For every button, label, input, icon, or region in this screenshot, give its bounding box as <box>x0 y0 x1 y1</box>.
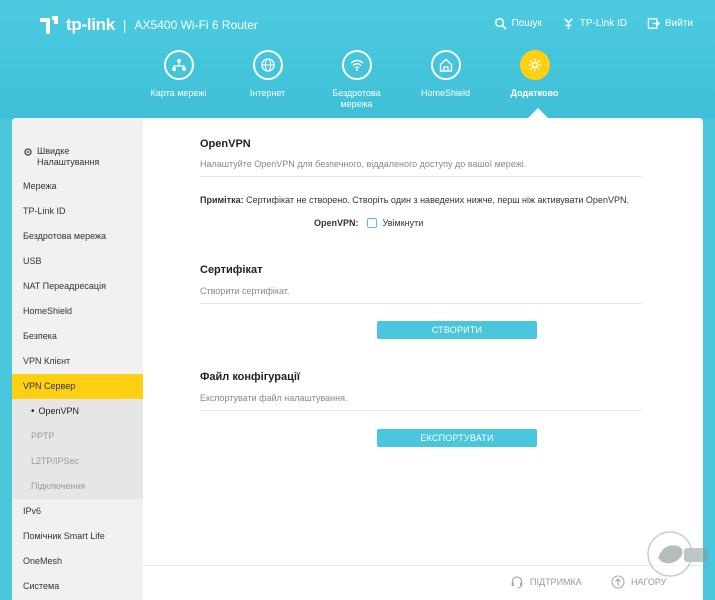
search-label: Пошук <box>511 18 542 29</box>
watermark-logo-icon <box>647 531 708 577</box>
gear-icon <box>519 50 550 80</box>
arrow-up-icon <box>611 575 625 589</box>
sidebar-item-network[interactable]: Мережа <box>12 174 143 199</box>
config-file-description: Експортувати файл налаштування. <box>200 393 642 411</box>
sidebar-item-quick-setup[interactable]: Швидке Налаштування <box>12 118 143 174</box>
logo-text: tp-link <box>66 15 115 34</box>
sidebar: Швидке Налаштування Мережа TP-Link ID Бе… <box>12 118 143 600</box>
sidebar-item-label: Швидке Налаштування <box>37 146 100 167</box>
openvpn-description: Налаштуйте OpenVPN для безпечного, відда… <box>200 159 642 177</box>
support-label: ПІДТРИМКА <box>530 577 582 587</box>
tplink-id-link[interactable]: TP-Link ID <box>562 17 627 30</box>
nav-homeshield-label: HomeShield <box>420 88 471 98</box>
sidebar-subitem-openvpn[interactable]: OpenVPN <box>12 399 143 424</box>
network-map-icon <box>163 50 194 80</box>
vpn-server-submenu: OpenVPN PPTP L2TP/IPSec Підключення <box>12 399 143 499</box>
nav-advanced[interactable]: Додатково <box>490 50 579 110</box>
sidebar-item-security[interactable]: Безпека <box>12 324 143 349</box>
nav-wireless-label: Бездротова мережа <box>332 88 381 109</box>
export-config-button[interactable]: ЕКСПОРТУВАТИ <box>377 429 537 447</box>
logout-label: Вийти <box>664 18 693 29</box>
certificate-title: Сертифікат <box>200 264 263 276</box>
openvpn-enable-checkbox[interactable] <box>366 218 377 228</box>
top-links: Пошук TP-Link ID Вийти <box>494 17 693 30</box>
tplink-id-icon <box>564 18 573 30</box>
sidebar-item-usb[interactable]: USB <box>12 249 143 274</box>
enable-label[interactable]: Увімкнути <box>383 218 424 228</box>
sidebar-item-vpn-client[interactable]: VPN Клієнт <box>12 349 143 374</box>
config-file-title: Файл конфігурації <box>200 371 301 383</box>
globe-icon <box>252 50 283 80</box>
openvpn-title: OpenVPN <box>200 138 251 150</box>
header: tp-link | AX5400 Wi-Fi 6 Router Пошук TP… <box>0 0 715 118</box>
logout-link[interactable]: Вийти <box>647 17 693 30</box>
headset-icon <box>511 576 523 589</box>
openvpn-note: Примітка: Сертифікат не створено. Створі… <box>200 195 629 205</box>
tplink-logo-icon <box>40 16 58 34</box>
openvpn-toggle-label: OpenVPN: <box>314 218 359 228</box>
nav-internet-label: Інтернет <box>249 88 286 98</box>
sidebar-item-onemesh[interactable]: OneMesh <box>12 549 143 574</box>
tplink-logo[interactable]: tp-link | AX5400 Wi-Fi 6 Router <box>36 12 258 38</box>
sidebar-item-ipv6[interactable]: IPv6 <box>12 499 143 524</box>
sidebar-subitem-connections[interactable]: Підключення <box>12 474 143 499</box>
nav-active-pointer <box>528 108 548 118</box>
note-label: Примітка: <box>200 195 244 205</box>
home-shield-icon <box>430 50 461 80</box>
model-name: AX5400 Wi-Fi 6 Router <box>134 18 258 32</box>
nav-network-map-label: Карта мережі <box>150 88 207 98</box>
wifi-icon <box>341 50 372 80</box>
tplink-id-label: TP-Link ID <box>579 18 627 29</box>
nav-network-map[interactable]: Карта мережі <box>134 50 223 110</box>
search-icon <box>494 17 507 30</box>
sidebar-subitem-pptp[interactable]: PPTP <box>12 424 143 449</box>
logo-separator: | <box>122 17 127 33</box>
sidebar-item-wireless[interactable]: Бездротова мережа <box>12 224 143 249</box>
main-nav: Карта мережі Інтернет Бездротова мережа … <box>134 50 579 110</box>
support-link[interactable]: ПІДТРИМКА <box>510 575 582 589</box>
sidebar-item-system[interactable]: Система <box>12 574 143 599</box>
note-text: Сертифікат не створено. Створіть один з … <box>243 195 629 205</box>
quick-setup-gear-icon <box>24 148 32 156</box>
openvpn-enable-row: OpenVPN: Увімкнути <box>314 218 423 228</box>
sidebar-item-homeshield[interactable]: HomeShield <box>12 299 143 324</box>
main-panel: Швидке Налаштування Мережа TP-Link ID Бе… <box>12 118 703 600</box>
logout-icon <box>647 18 660 29</box>
sidebar-item-smart-life[interactable]: Помічник Smart Life <box>12 524 143 549</box>
nav-advanced-label: Додатково <box>510 88 559 98</box>
sidebar-subitem-l2tp-ipsec[interactable]: L2TP/IPSec <box>12 449 143 474</box>
sidebar-item-tplink-id[interactable]: TP-Link ID <box>12 199 143 224</box>
nav-wireless[interactable]: Бездротова мережа <box>312 50 401 110</box>
sidebar-item-nat-forwarding[interactable]: NAT Переадресація <box>12 274 143 299</box>
footer: ПІДТРИМКА НАГОРУ <box>143 565 703 600</box>
search-link[interactable]: Пошук <box>494 17 542 30</box>
certificate-description: Створити сертифікат. <box>200 286 642 304</box>
create-certificate-button[interactable]: СТВОРИТИ <box>377 321 537 339</box>
sidebar-item-vpn-server[interactable]: VPN Сервер <box>12 374 143 399</box>
nav-internet[interactable]: Інтернет <box>223 50 312 110</box>
nav-homeshield[interactable]: HomeShield <box>401 50 490 110</box>
